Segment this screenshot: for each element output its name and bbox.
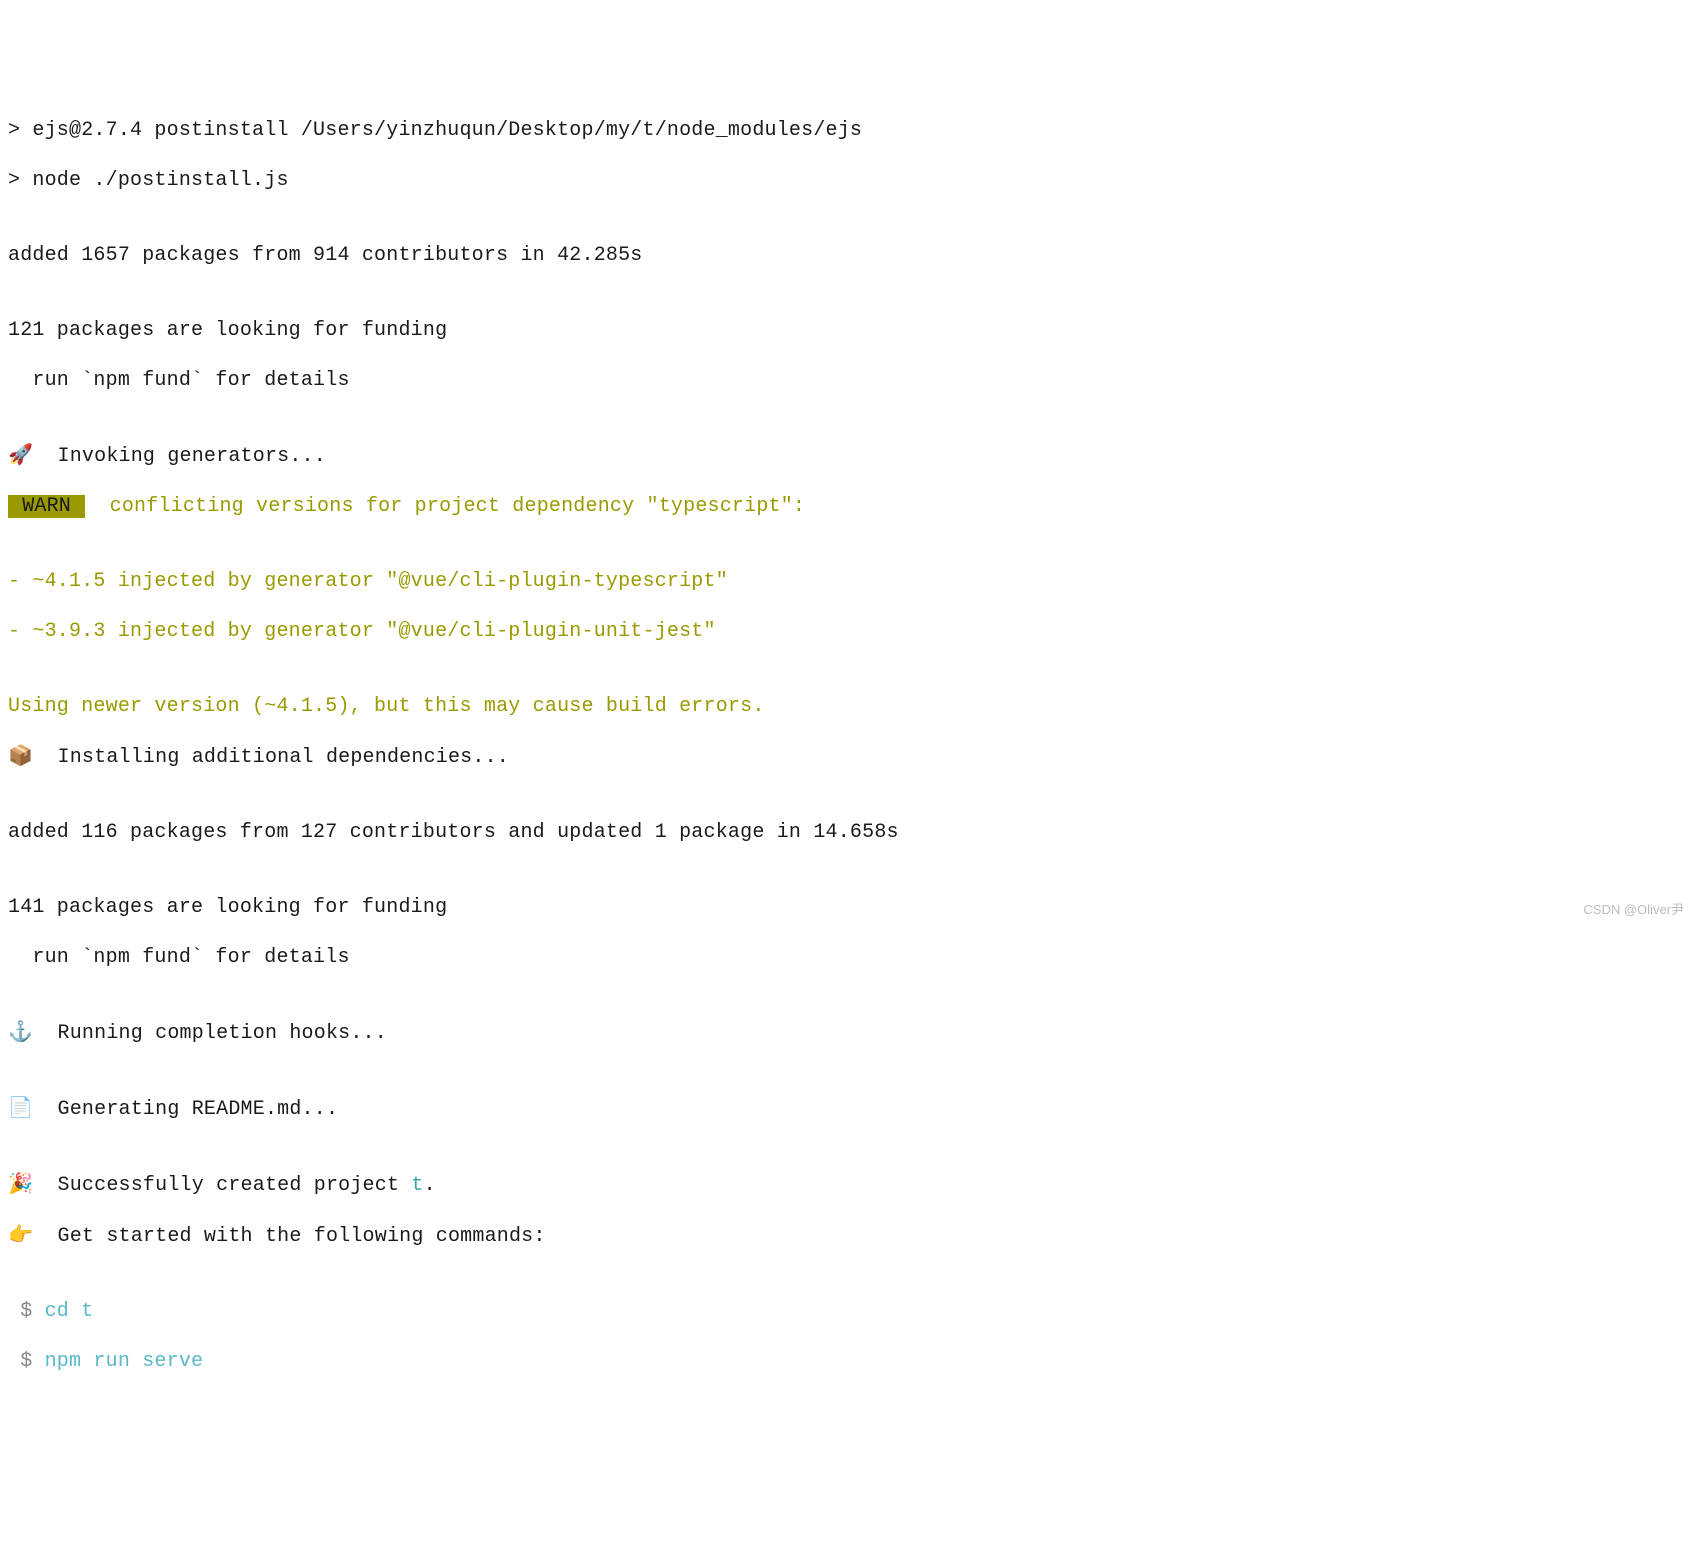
installing-line: 📦 Installing additional dependencies... — [8, 744, 1686, 770]
party-icon: 🎉 — [8, 1173, 33, 1195]
readme-text: Generating README.md... — [33, 1098, 338, 1121]
warn-message: conflicting versions for project depende… — [85, 495, 805, 518]
output-line: 121 packages are looking for funding — [8, 318, 1686, 343]
anchor-icon: ⚓ — [8, 1021, 33, 1043]
output-line: 141 packages are looking for funding — [8, 895, 1686, 920]
success-pre: Successfully created project — [33, 1174, 411, 1197]
getstarted-text: Get started with the following commands: — [33, 1225, 545, 1248]
output-line: run `npm fund` for details — [8, 368, 1686, 393]
rocket-icon: 🚀 — [8, 444, 33, 466]
hooks-line: ⚓ Running completion hooks... — [8, 1020, 1686, 1046]
invoking-text: Invoking generators... — [33, 445, 326, 468]
command-text: cd t — [45, 1300, 94, 1323]
prompt-symbol: $ — [8, 1300, 45, 1323]
success-post: . — [424, 1174, 436, 1197]
command-line: $ npm run serve — [8, 1349, 1686, 1374]
invoking-line: 🚀 Invoking generators... — [8, 443, 1686, 469]
command-line: $ cd t — [8, 1299, 1686, 1324]
success-line: 🎉 Successfully created project t. — [8, 1172, 1686, 1198]
dependency-line: - ~4.1.5 injected by generator "@vue/cli… — [8, 569, 1686, 594]
pointing-icon: 👉 — [8, 1224, 33, 1246]
hooks-text: Running completion hooks... — [33, 1022, 387, 1045]
installing-text: Installing additional dependencies... — [33, 746, 509, 769]
project-name: t — [411, 1174, 423, 1197]
getstarted-line: 👉 Get started with the following command… — [8, 1223, 1686, 1249]
dependency-line: - ~3.9.3 injected by generator "@vue/cli… — [8, 619, 1686, 644]
warn-line: WARN conflicting versions for project de… — [8, 494, 1686, 519]
output-line: > ejs@2.7.4 postinstall /Users/yinzhuqun… — [8, 118, 1686, 143]
warn-badge: WARN — [8, 495, 85, 518]
output-line: added 1657 packages from 914 contributor… — [8, 243, 1686, 268]
output-line: added 116 packages from 127 contributors… — [8, 820, 1686, 845]
attribution-watermark: CSDN @Oliver尹 — [1583, 902, 1684, 918]
command-text: npm run serve — [45, 1350, 204, 1373]
prompt-symbol: $ — [8, 1350, 45, 1373]
readme-line: 📄 Generating README.md... — [8, 1096, 1686, 1122]
using-version-line: Using newer version (~4.1.5), but this m… — [8, 694, 1686, 719]
output-line: > node ./postinstall.js — [8, 168, 1686, 193]
package-icon: 📦 — [8, 745, 33, 767]
page-icon: 📄 — [8, 1097, 33, 1119]
output-line: run `npm fund` for details — [8, 945, 1686, 970]
